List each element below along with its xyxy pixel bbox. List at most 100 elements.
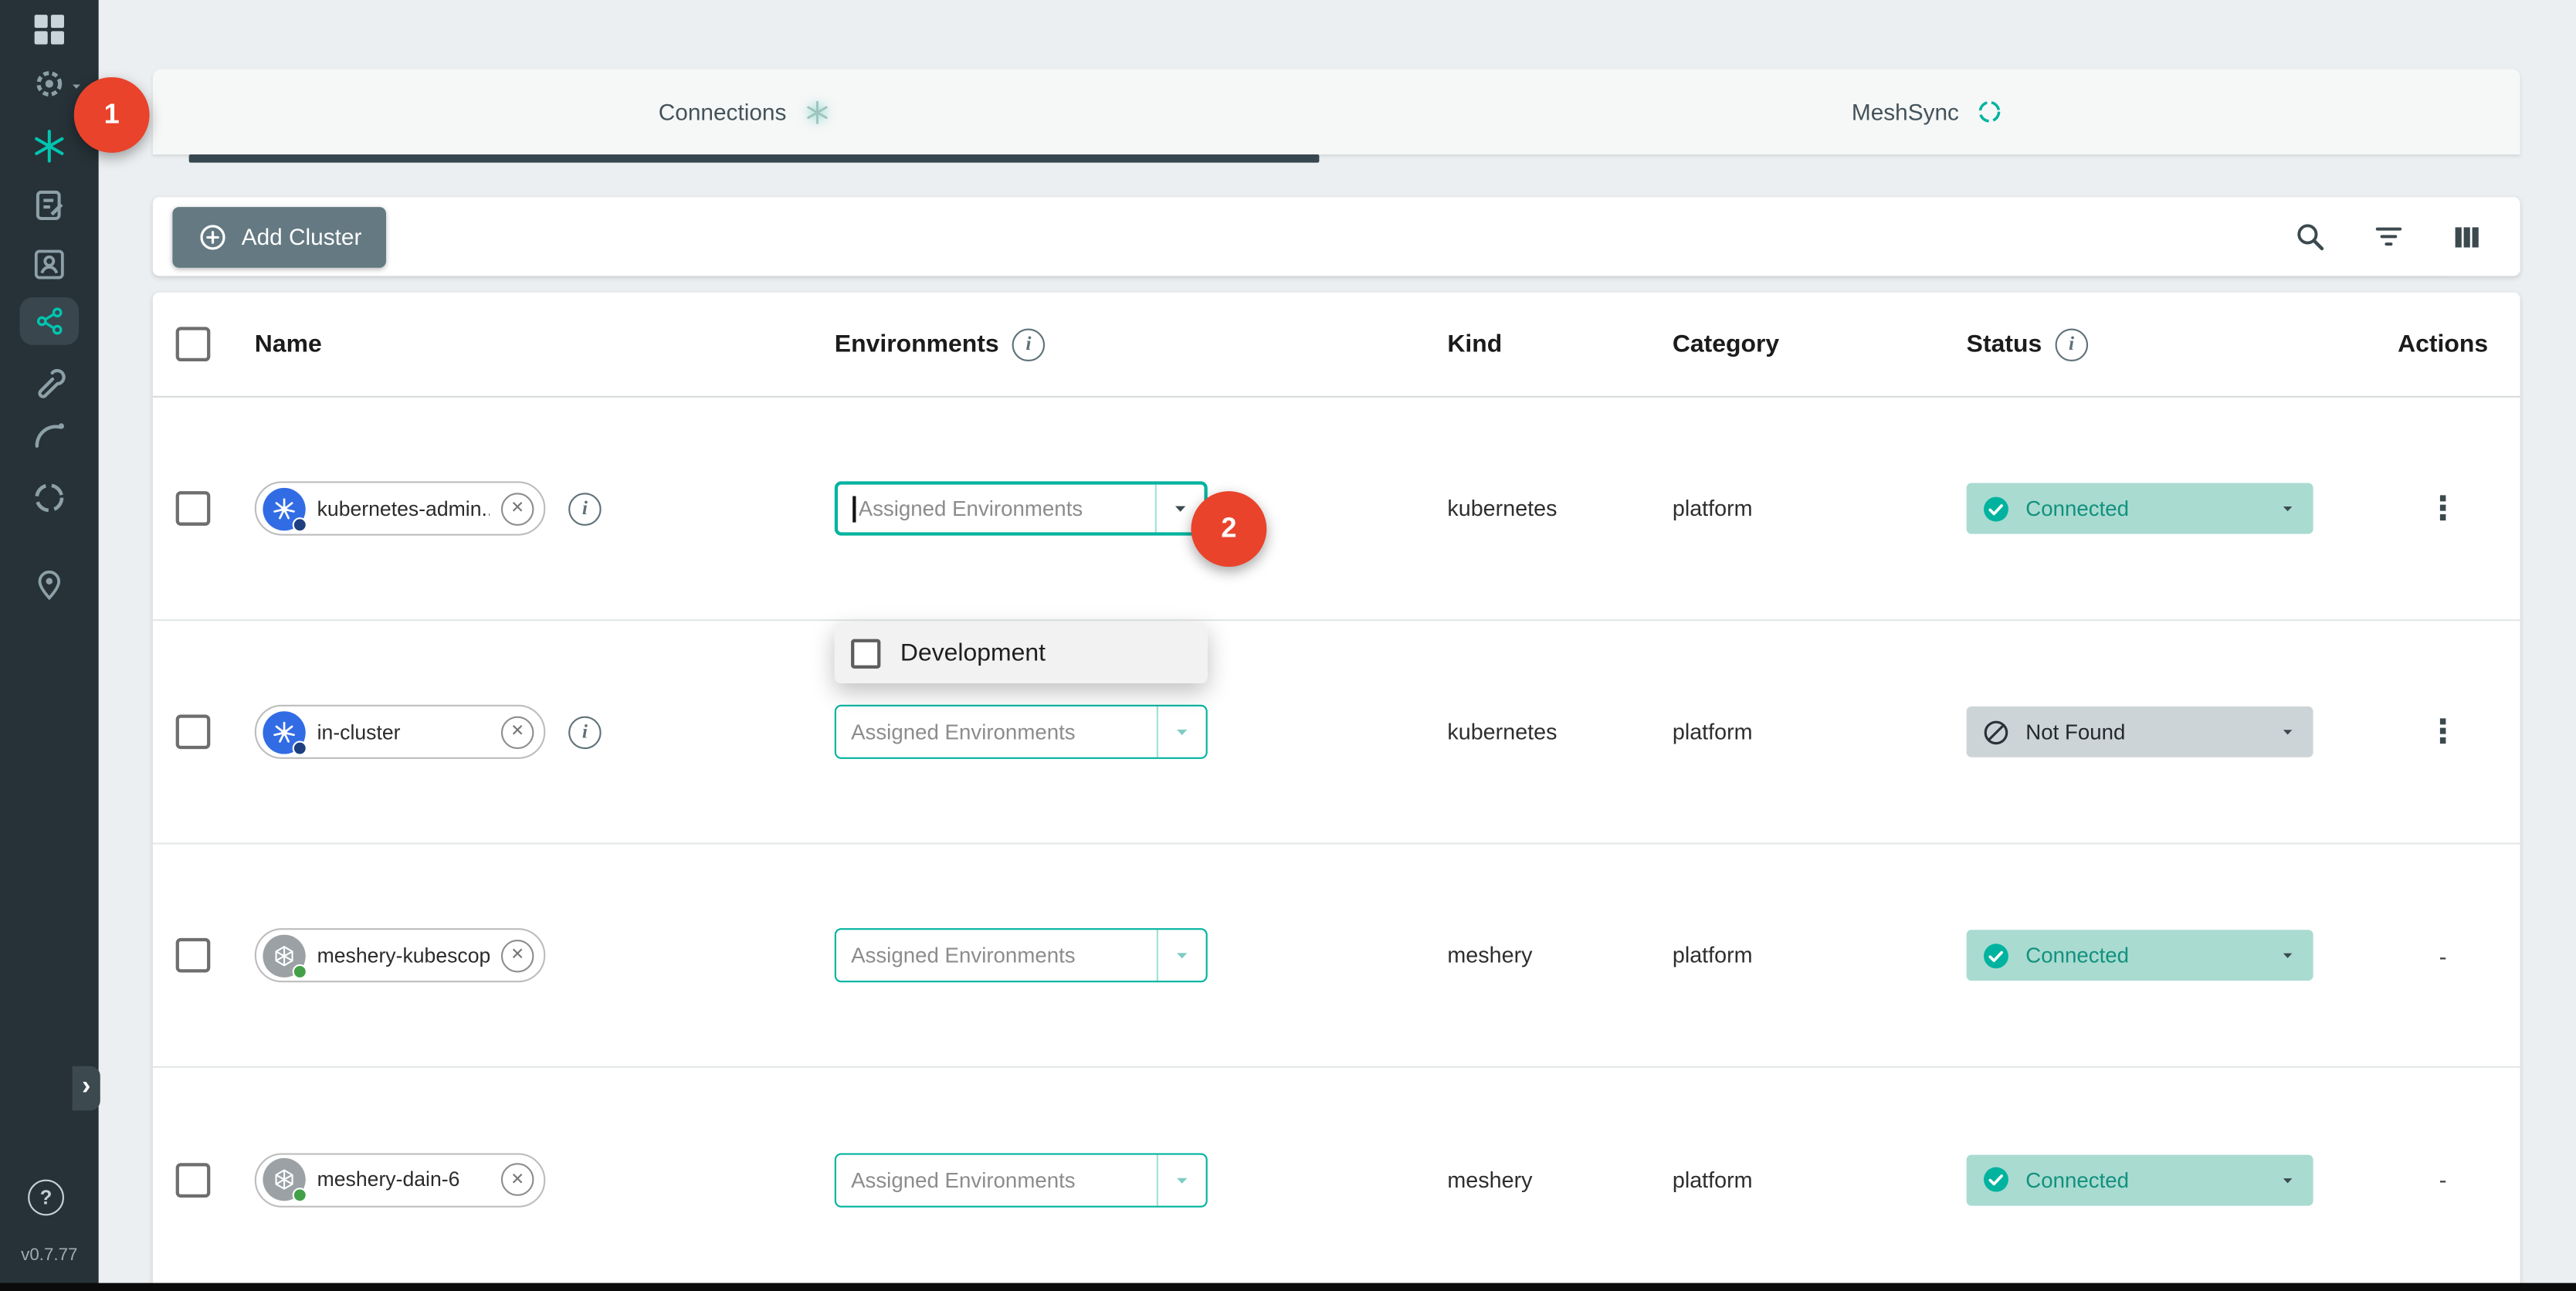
sidebar-item-meshsync[interactable] [26,182,73,229]
status-select[interactable]: Connected [1967,1154,2313,1205]
option-checkbox[interactable] [851,639,880,668]
close-icon[interactable]: ✕ [501,492,534,525]
sidebar-item-connections[interactable] [26,124,73,170]
environments-placeholder: Assigned Environments [851,1167,1157,1192]
chevron-down-icon [2277,498,2299,520]
status-dot [293,964,307,978]
connection-name-chip[interactable]: kubernetes-admin... ✕ [255,481,546,535]
sidebar-item-environments[interactable] [26,560,73,606]
row-checkbox[interactable] [176,491,211,526]
chevron-down-icon[interactable] [1157,706,1206,757]
status-label: Connected [2025,943,2262,967]
actions-placeholder: - [2439,1167,2447,1193]
status-dot [293,740,307,754]
add-cluster-button[interactable]: Add Cluster [172,206,386,267]
status-select[interactable]: Not Found [1967,706,2313,757]
table-row: in-cluster ✕ i Assigned Environments kub… [153,621,2520,844]
check-circle-icon [1981,940,2011,970]
status-label: Connected [2025,1167,2262,1192]
status-dot [293,1188,307,1202]
table-row: kubernetes-admin... ✕ i Assigned Environ… [153,398,2520,621]
status-select[interactable]: Connected [1967,930,2313,981]
table-row: meshery-dain-6 ✕ Assigned Environments m… [153,1068,2520,1291]
check-circle-icon [1981,493,2011,523]
environments-select[interactable]: Assigned Environments [835,705,1208,759]
status-dot [293,517,307,531]
table-row: meshery-kubescop... ✕ Assigned Environme… [153,845,2520,1068]
column-header-name: Name [255,330,322,358]
category-value: platform [1673,496,1753,521]
option-label: Development [900,639,1046,667]
status-select[interactable]: Connected [1967,483,2313,534]
tab-meshsync[interactable]: MeshSync [1337,69,2520,154]
environments-dropdown: Development [835,622,1208,683]
sidebar-item-configuration[interactable] [26,358,73,405]
environment-option-development[interactable]: Development [835,622,1208,683]
close-icon[interactable]: ✕ [501,716,534,749]
info-icon[interactable]: i [1012,327,1046,361]
close-icon[interactable]: ✕ [501,939,534,972]
table-header-row: Name Environments i Kind Category Status… [153,293,2520,398]
actions-menu-button[interactable]: ⋮ [2426,716,2459,749]
kind-value: meshery [1447,943,1532,967]
text-cursor [852,495,855,521]
active-tab-indicator [189,154,1320,163]
category-value: platform [1673,943,1753,967]
info-icon[interactable]: i [568,492,602,525]
kind-value: meshery [1447,1167,1532,1192]
tabs-bar: Connections MeshSync [153,69,2520,154]
status-label: Not Found [2025,720,2262,744]
sidebar-expand-button[interactable]: › [73,1066,100,1110]
row-checkbox[interactable] [176,1162,211,1197]
main-area: Connections MeshSync Add Cluster [99,0,2576,1291]
help-button[interactable]: ? [28,1180,64,1216]
annotation-step-badge-1: 1 [74,77,150,153]
environments-select[interactable]: Assigned Environments [835,481,1208,535]
close-icon[interactable]: ✕ [501,1163,534,1196]
category-value: platform [1673,1167,1753,1192]
connection-name-chip[interactable]: in-cluster ✕ [255,705,546,759]
connection-name-chip[interactable]: meshery-dain-6 ✕ [255,1152,546,1206]
sidebar-item-lifecycle[interactable] [26,61,73,107]
connection-name-chip[interactable]: meshery-kubescop... ✕ [255,928,546,982]
row-checkbox[interactable] [176,938,211,973]
info-icon[interactable]: i [2055,327,2088,361]
column-header-kind: Kind [1447,330,1502,358]
column-header-actions: Actions [2398,330,2488,358]
chevron-down-icon[interactable] [1157,1154,1206,1205]
sidebar-item-performance[interactable] [26,412,73,459]
sidebar-item-dashboard[interactable] [26,7,73,53]
environments-placeholder: Assigned Environments [859,496,1155,521]
plus-circle-icon [197,221,228,252]
check-circle-icon [1981,1164,2011,1194]
tab-connections[interactable]: Connections [153,69,1337,154]
tab-connections-label: Connections [659,99,787,125]
environments-select[interactable]: Assigned Environments [835,1152,1208,1206]
app-window: › ? v0.7.77 Connections MeshSync Add [0,0,2576,1291]
chevron-down-icon [2277,1169,2299,1191]
view-columns-icon[interactable] [2449,219,2484,254]
sidebar-item-workspaces[interactable] [26,242,73,288]
row-checkbox[interactable] [176,714,211,749]
sidebar-item-extensions[interactable] [26,475,73,521]
annotation-step-badge-2: 2 [1191,491,1266,567]
meshery-icon [263,934,305,977]
app-version: v0.7.77 [0,1245,99,1266]
kind-value: kubernetes [1447,496,1557,521]
info-icon[interactable]: i [568,716,602,749]
chevron-down-icon[interactable] [1157,930,1206,981]
column-header-status: Status [1967,330,2042,358]
bottom-edge [0,1283,2576,1291]
environments-select[interactable]: Assigned Environments [835,928,1208,982]
kubernetes-snowflake-icon [803,98,831,126]
connection-name: in-cluster [317,720,490,744]
search-icon[interactable] [2292,219,2328,255]
filter-icon[interactable] [2371,219,2407,255]
select-all-checkbox[interactable] [176,327,211,361]
actions-menu-button[interactable]: ⋮ [2426,492,2459,525]
sidebar-item-service-mesh[interactable] [20,297,80,345]
chevron-down-icon [2277,944,2299,966]
kubernetes-icon [263,487,305,530]
environments-placeholder: Assigned Environments [851,943,1157,967]
add-cluster-label: Add Cluster [242,223,362,249]
